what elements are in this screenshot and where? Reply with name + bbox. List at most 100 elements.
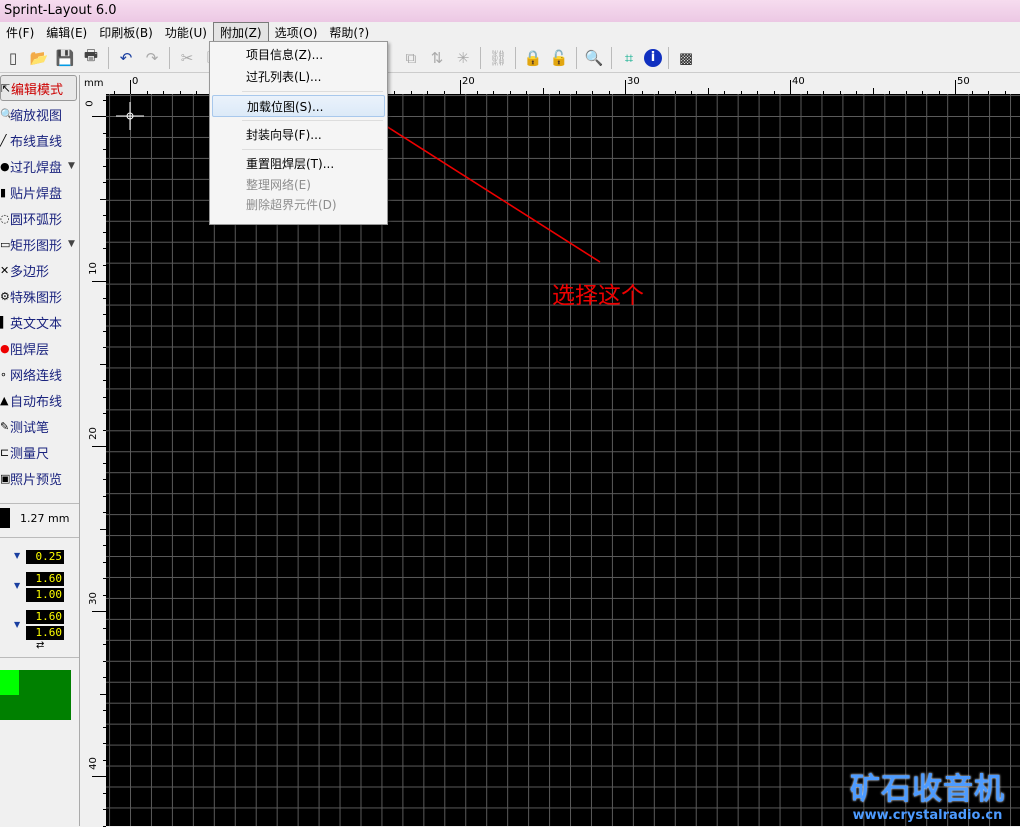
tool-icon: ✕	[0, 263, 10, 277]
print-icon[interactable]: 🖶	[80, 46, 102, 69]
watermark-title: 矿石收音机	[850, 772, 1005, 807]
swap-icon[interactable]: ⇄	[36, 640, 44, 651]
tool-6[interactable]: ▭ 矩形图形 ▼	[0, 231, 79, 257]
explode-icon[interactable]: ✳	[452, 47, 474, 69]
menu-item-package-wizard[interactable]: 封装向导(F)...	[212, 124, 385, 146]
tool-icon: ╱	[0, 133, 7, 147]
tool-sidebar: ⇱ 编辑模式 🔍 缩放视图 ╱ 布线直线 ● 过孔焊盘 ▼ ▮ 贴片焊盘 ◌ 圆环弧形 ▭ 矩形图形 ▼ ✕ 多边…	[0, 75, 80, 826]
tool-label: 多边形	[10, 264, 50, 280]
tool-icon: ▮	[0, 185, 7, 199]
tool-10[interactable]: ● 阻焊层	[0, 335, 79, 361]
chevron-down-icon[interactable]: ▼	[68, 161, 75, 171]
tool-3[interactable]: ● 过孔焊盘 ▼	[0, 153, 79, 179]
menu-separator	[242, 149, 383, 150]
tool-icon: ◌	[0, 211, 10, 225]
tool-icon: ✎	[0, 419, 10, 433]
ruler-tick	[92, 281, 106, 282]
chevron-down-icon[interactable]: ▼	[68, 239, 75, 249]
undo-icon[interactable]: ↶	[115, 47, 137, 69]
unlock-icon[interactable]: 🔓	[548, 47, 570, 69]
ruler-tick	[92, 776, 106, 777]
menu-item-delete-outside[interactable]: 删除超界元件(D)	[212, 195, 385, 215]
open-folder-icon[interactable]: 📂	[28, 47, 50, 69]
pad-dropdown-icon[interactable]: ▼	[14, 581, 20, 590]
grid-size-control[interactable]: 1.27 mm	[0, 508, 69, 528]
vertical-ruler: 0 10 20 30 40	[80, 94, 106, 827]
track-width-input[interactable]: 0.25	[26, 550, 64, 564]
menu-file[interactable]: 件(F)	[0, 23, 40, 42]
tool-label: 贴片焊盘	[10, 186, 63, 202]
new-icon[interactable]: ▯	[2, 47, 24, 69]
tool-12[interactable]: ▲ 自动布线	[0, 387, 79, 413]
tool-15[interactable]: ▣ 照片预览	[0, 465, 79, 491]
ruler-label: 50	[957, 76, 970, 87]
ruler-label: 0	[84, 100, 96, 107]
menu-help[interactable]: 帮助(?)	[323, 23, 375, 42]
flip-icon[interactable]: ⇅	[426, 47, 448, 69]
menu-separator	[242, 91, 383, 92]
menu-item-clean-nets[interactable]: 整理网络(E)	[212, 175, 385, 195]
ruler-tick	[460, 80, 461, 94]
toolbar: ▯ 📂 💾 🖶 ↶ ↷ ✂ ⎘ ⧉ ⇅ ✳ ⛓ 🔒 🔓 🔍 ⌗ i ▩	[0, 43, 1020, 73]
ruler-tick	[92, 116, 106, 117]
ruler-label: 40	[792, 76, 805, 87]
tool-label: 测量尺	[10, 446, 50, 462]
ruler-tick	[130, 80, 131, 94]
layer-color-panel[interactable]	[0, 670, 71, 720]
menu-item-reset-solder-mask[interactable]: 重置阻焊层(T)...	[212, 153, 385, 175]
pad-outer-input[interactable]: 1.60	[26, 572, 64, 586]
crop-icon[interactable]: ⌗	[618, 47, 640, 69]
tool-label: 过孔焊盘	[10, 160, 63, 176]
component-icon[interactable]: ⧉	[400, 47, 422, 69]
tool-icon: ⇱	[1, 81, 11, 95]
menu-item-project-info[interactable]: 项目信息(Z)...	[212, 44, 385, 66]
pad-inner-input[interactable]: 1.00	[26, 588, 64, 602]
zoom-icon[interactable]: 🔍	[583, 47, 605, 69]
menu-function[interactable]: 功能(U)	[159, 23, 213, 42]
smd-height-input[interactable]: 1.60	[26, 626, 64, 640]
ruler-label: 10	[87, 262, 99, 275]
window-title: Sprint-Layout 6.0	[4, 3, 117, 18]
save-icon[interactable]: 💾	[54, 47, 76, 69]
tool-2[interactable]: ╱ 布线直线	[0, 127, 79, 153]
menu-extras[interactable]: 附加(Z)	[213, 21, 269, 43]
active-layer-swatch[interactable]	[0, 670, 19, 695]
grid-size-value: 1.27 mm	[20, 511, 70, 525]
tool-icon: ▍	[0, 315, 9, 329]
tool-icon: ●	[0, 341, 10, 355]
menu-board[interactable]: 印刷板(B)	[93, 23, 159, 42]
separator	[480, 46, 481, 69]
grid-dots-icon[interactable]: ▩	[675, 47, 697, 69]
extras-dropdown-menu: 项目信息(Z)... 过孔列表(L)... 加载位图(S)... 封装向导(F)…	[209, 41, 388, 225]
tool-14[interactable]: ⊏ 测量尺	[0, 439, 79, 465]
tool-11[interactable]: ∘ 网络连线	[0, 361, 79, 387]
tool-label: 网络连线	[10, 368, 63, 384]
track-dropdown-icon[interactable]: ▼	[14, 551, 20, 560]
smd-width-input[interactable]: 1.60	[26, 610, 64, 624]
tool-5[interactable]: ◌ 圆环弧形	[0, 205, 79, 231]
ruler-unit: mm	[84, 78, 104, 89]
redo-icon[interactable]: ↷	[141, 47, 163, 69]
menu-edit[interactable]: 编辑(E)	[40, 23, 93, 42]
lock-icon[interactable]: 🔒	[522, 47, 544, 69]
smd-dropdown-icon[interactable]: ▼	[14, 620, 20, 629]
menu-item-load-bitmap[interactable]: 加载位图(S)...	[212, 95, 385, 117]
info-icon[interactable]: i	[644, 48, 662, 67]
tool-7[interactable]: ✕ 多边形	[0, 257, 79, 283]
tool-label: 圆环弧形	[10, 212, 63, 228]
menu-options[interactable]: 选项(O)	[269, 23, 324, 42]
tool-9[interactable]: ▍ 英文文本	[0, 309, 79, 335]
grid-icon	[0, 508, 10, 528]
title-bar: Sprint-Layout 6.0	[0, 0, 1020, 22]
route-icon[interactable]: ⛓	[487, 47, 509, 69]
tool-0[interactable]: ⇱ 编辑模式	[0, 75, 77, 101]
menu-item-via-list[interactable]: 过孔列表(L)...	[212, 66, 385, 88]
tool-1[interactable]: 🔍 缩放视图	[0, 101, 79, 127]
tool-icon: ▣	[0, 471, 10, 485]
tool-13[interactable]: ✎ 测试笔	[0, 413, 79, 439]
cut-icon[interactable]: ✂	[176, 47, 198, 69]
separator	[108, 46, 109, 69]
tool-4[interactable]: ▮ 贴片焊盘	[0, 179, 79, 205]
ruler-label: 20	[462, 76, 475, 87]
tool-8[interactable]: ⚙ 特殊图形	[0, 283, 79, 309]
